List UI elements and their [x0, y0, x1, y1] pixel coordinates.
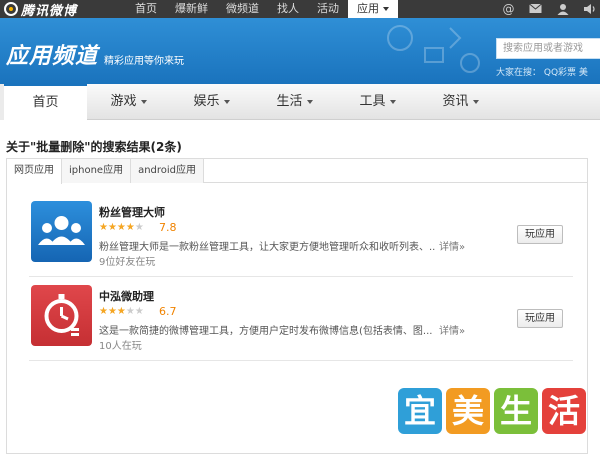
- chevron-down-icon: [389, 99, 396, 104]
- nav-tools-label: 工具: [359, 94, 386, 109]
- list-item: 粉丝管理大师 ★★★★★ 7.8 粉丝管理大师是一款粉丝管理工具，让大家更方便地…: [29, 201, 573, 277]
- top-nav-find-people[interactable]: 找人: [268, 0, 308, 18]
- top-nav-activity[interactable]: 活动: [308, 0, 348, 18]
- nav-news-label: 资讯: [442, 94, 469, 109]
- timer-assistant-icon[interactable]: [31, 285, 92, 346]
- star-empty-icon: ★: [134, 222, 144, 233]
- channel-title: 应用频道: [6, 44, 99, 69]
- sound-icon[interactable]: [583, 3, 596, 16]
- list-item: 中泓微助理 ★★★★★ 6.7 这是一款简捷的微博管理工具，方便用户定时发布微博…: [29, 285, 573, 361]
- fans-manager-icon[interactable]: [31, 201, 92, 262]
- top-icons: @: [502, 0, 596, 18]
- players-count: 9位好友在玩: [99, 257, 156, 268]
- app-description: 粉丝管理大师是一款粉丝管理工具，让大家更方便地管理听众和收听列表、...: [99, 242, 435, 253]
- chevron-down-icon: [472, 99, 479, 104]
- details-link[interactable]: 详情»: [439, 322, 465, 337]
- nav-tools[interactable]: 工具: [336, 84, 419, 120]
- nav-news[interactable]: 资讯: [419, 84, 502, 120]
- play-app-button[interactable]: 玩应用: [517, 309, 563, 328]
- tab-android-apps[interactable]: android应用: [131, 159, 205, 183]
- chevron-down-icon: [383, 7, 389, 11]
- chevron-down-icon: [140, 99, 147, 104]
- nav-home-label: 首页: [32, 95, 59, 110]
- banner-decoration: [387, 25, 480, 73]
- app-name[interactable]: 粉丝管理大师: [99, 204, 165, 220]
- channel-slogan: 精彩应用等你来玩: [104, 56, 184, 67]
- nav-entertainment-label: 娱乐: [193, 94, 220, 109]
- nav-life[interactable]: 生活: [253, 84, 336, 120]
- watermark-char: 活: [542, 388, 586, 434]
- top-nav: 首页 爆新鲜 微频道 找人 活动 应用: [126, 0, 398, 18]
- at-icon[interactable]: @: [502, 2, 515, 16]
- watermark-char: 宜: [398, 388, 442, 434]
- players-count: 10人在玩: [99, 341, 142, 352]
- watermark-char: 生: [494, 388, 538, 434]
- top-nav-apps[interactable]: 应用: [348, 0, 398, 18]
- category-nav: 首页 游戏 娱乐 生活 工具 资讯: [4, 84, 600, 120]
- rating-score: 7.8: [159, 221, 177, 234]
- watermark-char: 美: [446, 388, 490, 434]
- chevron-down-icon: [223, 99, 230, 104]
- top-nav-apps-label: 应用: [357, 2, 379, 15]
- nav-life-label: 生活: [276, 94, 303, 109]
- app-description: 这是一款简捷的微博管理工具，方便用户定时发布微博信息(包括表情、图...: [99, 326, 433, 337]
- details-link[interactable]: 详情»: [439, 238, 465, 253]
- top-nav-channel[interactable]: 微频道: [217, 0, 268, 18]
- logo-icon: [4, 2, 18, 16]
- play-app-button[interactable]: 玩应用: [517, 225, 563, 244]
- app-name[interactable]: 中泓微助理: [99, 288, 154, 304]
- nav-games[interactable]: 游戏: [87, 84, 170, 120]
- platform-tabs: 网页应用 iphone应用 android应用: [7, 159, 587, 184]
- rating-score: 6.7: [159, 305, 177, 318]
- top-nav-hot[interactable]: 爆新鲜: [166, 0, 217, 18]
- search-input[interactable]: 搜索应用或者游戏: [496, 38, 600, 59]
- star-icon: ★★★: [99, 306, 126, 317]
- channel-banner: 应用频道 精彩应用等你来玩 搜索应用或者游戏 大家在搜： QQ彩票 美: [0, 18, 600, 84]
- logo-text: 腾讯微博: [21, 3, 78, 19]
- tab-iphone-apps[interactable]: iphone应用: [62, 159, 132, 183]
- nav-home[interactable]: 首页: [4, 84, 87, 120]
- nav-games-label: 游戏: [110, 94, 137, 109]
- tencent-weibo-logo[interactable]: 腾讯微博: [4, 0, 78, 19]
- star-empty-icon: ★★: [125, 306, 144, 317]
- hot-search-links[interactable]: 大家在搜： QQ彩票 美: [496, 65, 588, 78]
- top-bar: 腾讯微博 首页 爆新鲜 微频道 找人 活动 应用 @: [0, 0, 600, 19]
- nav-entertainment[interactable]: 娱乐: [170, 84, 253, 120]
- user-icon[interactable]: [556, 3, 569, 16]
- star-rating: ★★★★★: [99, 306, 144, 317]
- star-rating: ★★★★★: [99, 222, 144, 233]
- top-nav-home[interactable]: 首页: [126, 0, 166, 18]
- tab-web-apps[interactable]: 网页应用: [7, 159, 62, 184]
- chevron-down-icon: [306, 99, 313, 104]
- star-icon: ★★★★: [99, 222, 135, 233]
- mail-icon[interactable]: [529, 3, 542, 16]
- watermark: 宜 美 生 活: [398, 388, 588, 440]
- results-heading: 关于"批量删除"的搜索结果(2条): [6, 140, 182, 154]
